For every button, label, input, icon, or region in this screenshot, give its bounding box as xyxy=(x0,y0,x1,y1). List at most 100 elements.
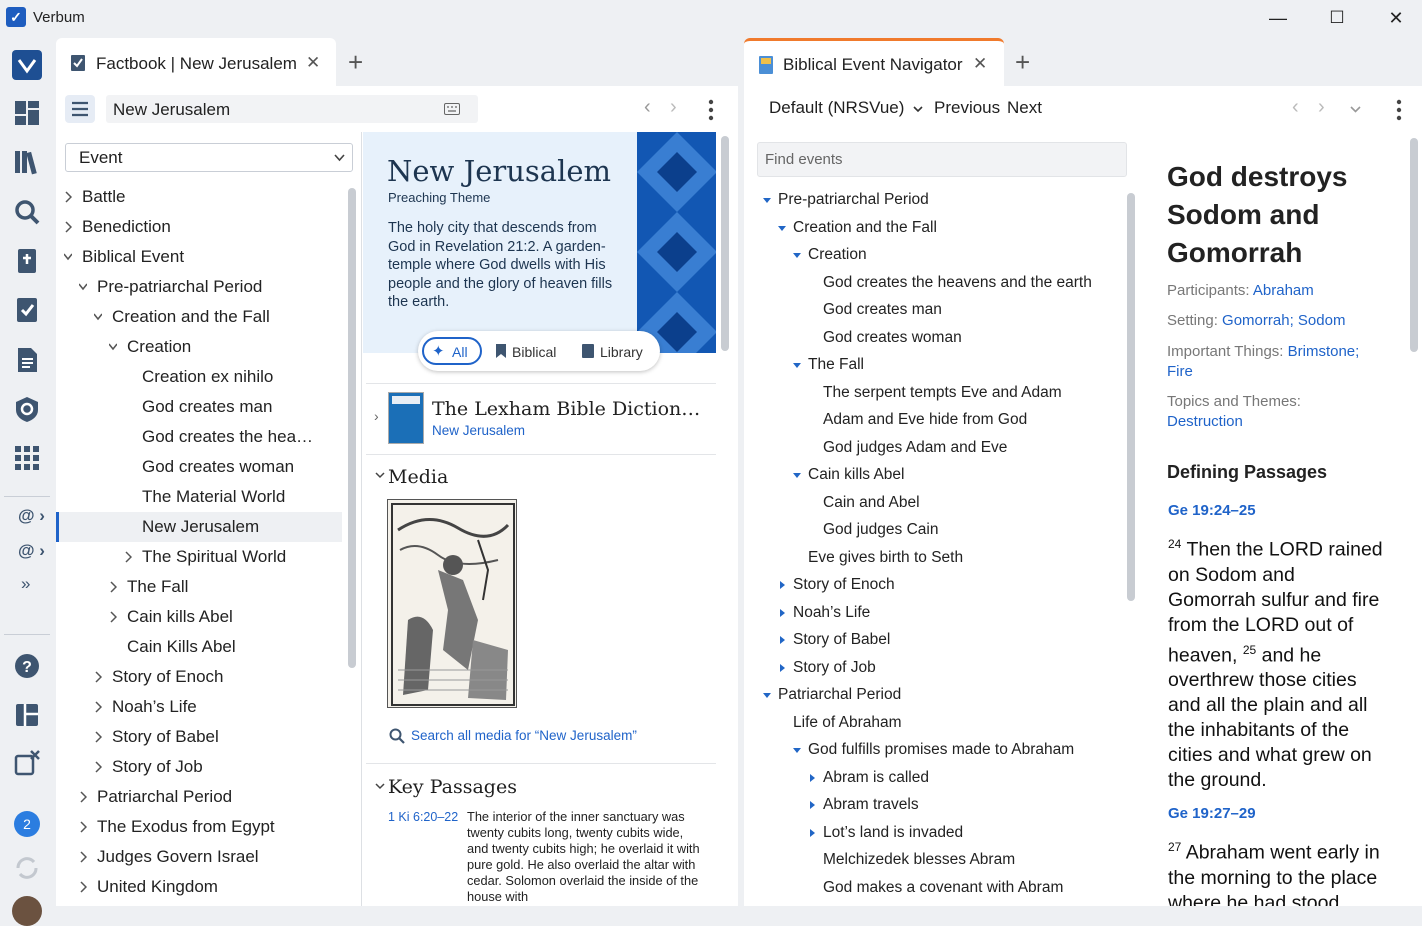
tree-item[interactable]: Story of Babel xyxy=(112,722,219,752)
triangle-right-icon[interactable] xyxy=(807,828,817,838)
guides-icon[interactable] xyxy=(12,394,42,424)
event-item[interactable]: Story of Enoch xyxy=(793,571,895,598)
event-item[interactable]: Adam and Eve hide from God xyxy=(823,406,1027,433)
setting-link-gomorrah[interactable]: Gomorrah xyxy=(1222,312,1290,329)
tree-item[interactable]: Creation xyxy=(127,332,191,362)
participant-link[interactable]: Abraham xyxy=(1253,282,1314,299)
more-options-icon[interactable] xyxy=(708,99,714,121)
event-item[interactable]: Patriarchal Period xyxy=(778,681,901,708)
tree-item[interactable]: The Exodus from Egypt xyxy=(97,812,275,842)
tree-item[interactable]: United Kingdom xyxy=(97,872,218,902)
event-item[interactable]: Story of Babel xyxy=(793,626,890,653)
event-item[interactable]: God creates woman xyxy=(823,324,962,351)
tree-item[interactable]: Pre-patriarchal Period xyxy=(97,272,262,302)
triangle-right-icon[interactable] xyxy=(807,773,817,783)
forward-icon[interactable]: › xyxy=(1318,96,1325,119)
chevron-right-icon[interactable] xyxy=(94,761,102,773)
passage-ref-1[interactable]: Ge 19:24–25 xyxy=(1168,502,1256,519)
dictionary-cover[interactable] xyxy=(388,392,424,444)
chevron-right-icon[interactable] xyxy=(109,611,117,623)
event-item[interactable]: The serpent tempts Eve and Adam xyxy=(823,379,1062,406)
minimize-button[interactable]: — xyxy=(1266,6,1290,30)
home-logo-icon[interactable] xyxy=(12,50,42,80)
panel-splitter[interactable] xyxy=(738,86,744,906)
triangle-down-icon[interactable] xyxy=(792,250,802,260)
close-window-button[interactable]: ✕ xyxy=(1384,6,1408,30)
tree-item[interactable]: Patriarchal Period xyxy=(97,782,232,812)
tree-item[interactable]: New Jerusalem xyxy=(142,512,259,542)
tab-factbook[interactable]: Factbook | New Jerusalem ✕ xyxy=(56,38,336,88)
tree-item[interactable]: Battle xyxy=(82,182,125,212)
tree-item[interactable]: God creates man xyxy=(142,392,272,422)
content-scrollbar[interactable] xyxy=(721,136,729,351)
event-item[interactable]: Cain kills Abel xyxy=(808,461,905,488)
chevron-down-icon[interactable] xyxy=(79,281,87,293)
event-item[interactable]: God creates man xyxy=(823,296,942,323)
passage-ref-2[interactable]: Ge 19:27–29 xyxy=(1168,805,1256,822)
filter-all-button[interactable]: ✦ All xyxy=(422,337,482,365)
topic-link[interactable]: Destruction xyxy=(1167,412,1382,432)
event-item[interactable]: God creates the heavens and the earth xyxy=(823,269,1092,296)
dashboard-icon[interactable] xyxy=(12,98,42,128)
apps-grid-icon[interactable] xyxy=(12,443,42,473)
event-item[interactable]: Creation and the Fall xyxy=(793,214,937,241)
history-dropdown-icon[interactable] xyxy=(1350,106,1361,113)
triangle-down-icon[interactable] xyxy=(762,690,772,700)
event-item[interactable]: God fulfills promises made to Abraham xyxy=(808,736,1074,763)
triangle-right-icon[interactable] xyxy=(807,800,817,810)
chevron-right-icon[interactable] xyxy=(94,701,102,713)
event-item[interactable]: Noah’s Life xyxy=(793,599,870,626)
add-tab-button[interactable]: + xyxy=(348,49,363,75)
menu-icon[interactable] xyxy=(65,95,95,123)
event-item[interactable]: Melchizedek blesses Abram xyxy=(823,846,1015,873)
dictionary-title[interactable]: The Lexham Bible Diction… xyxy=(432,398,700,420)
event-item[interactable]: God makes a covenant with Abram xyxy=(823,874,1063,901)
passage-ref[interactable]: 1 Ki 6:20–22 xyxy=(388,810,458,824)
type-select[interactable]: Event xyxy=(65,143,353,172)
setting-link-sodom[interactable]: Sodom xyxy=(1298,312,1346,329)
tree-item[interactable]: Story of Enoch xyxy=(112,662,224,692)
maximize-button[interactable]: ☐ xyxy=(1325,6,1349,30)
event-item[interactable]: Pre-patriarchal Period xyxy=(778,186,929,213)
more-options-icon[interactable] xyxy=(1396,99,1402,121)
mention-shortcut-1-icon[interactable]: @ › xyxy=(18,506,45,526)
tree-item[interactable]: Noah’s Life xyxy=(112,692,197,722)
event-item[interactable]: Lot’s land is invaded xyxy=(823,819,963,846)
collapse-media-icon[interactable] xyxy=(375,472,385,479)
search-input[interactable]: New Jerusalem xyxy=(106,95,478,123)
tree-item[interactable]: God creates woman xyxy=(142,452,294,482)
tree-item[interactable]: Benediction xyxy=(82,212,171,242)
event-item[interactable]: Story of Job xyxy=(793,654,876,681)
expand-rail-icon[interactable]: » xyxy=(21,574,30,594)
tree-item[interactable]: The Fall xyxy=(127,572,188,602)
chevron-right-icon[interactable] xyxy=(79,791,87,803)
media-thumbnail[interactable] xyxy=(387,499,517,708)
chevron-right-icon[interactable] xyxy=(64,221,72,233)
filter-library-button[interactable]: Library xyxy=(580,337,656,365)
thing-link-fire[interactable]: Fire xyxy=(1167,363,1193,380)
chevron-down-icon[interactable] xyxy=(64,251,72,263)
chevron-right-icon[interactable] xyxy=(94,731,102,743)
collapse-passages-icon[interactable] xyxy=(375,783,385,790)
triangle-right-icon[interactable] xyxy=(777,608,787,618)
close-tab-icon[interactable]: ✕ xyxy=(973,54,987,74)
close-tab-icon[interactable]: ✕ xyxy=(306,53,320,73)
notification-badge[interactable]: 2 xyxy=(14,811,40,837)
event-item[interactable]: Creation xyxy=(808,241,867,268)
event-item[interactable]: God judges Cain xyxy=(823,516,938,543)
close-panels-icon[interactable] xyxy=(12,748,42,778)
keyboard-icon[interactable] xyxy=(444,103,460,115)
chevron-right-icon[interactable] xyxy=(64,191,72,203)
search-media-link[interactable]: Search all media for “New Jerusalem” xyxy=(411,728,637,743)
mention-shortcut-2-icon[interactable]: @ › xyxy=(18,541,45,561)
triangle-right-icon[interactable] xyxy=(777,663,787,673)
dictionary-link[interactable]: New Jerusalem xyxy=(432,423,525,438)
tree-item[interactable]: Cain kills Abel xyxy=(127,602,233,632)
tree-item[interactable]: Creation and the Fall xyxy=(112,302,270,332)
factbook-icon[interactable] xyxy=(12,295,42,325)
chevron-right-icon[interactable] xyxy=(79,851,87,863)
chevron-down-icon[interactable] xyxy=(109,341,117,353)
chevron-down-icon[interactable] xyxy=(94,311,102,323)
library-icon[interactable] xyxy=(12,147,42,177)
tree-scrollbar[interactable] xyxy=(348,188,356,668)
